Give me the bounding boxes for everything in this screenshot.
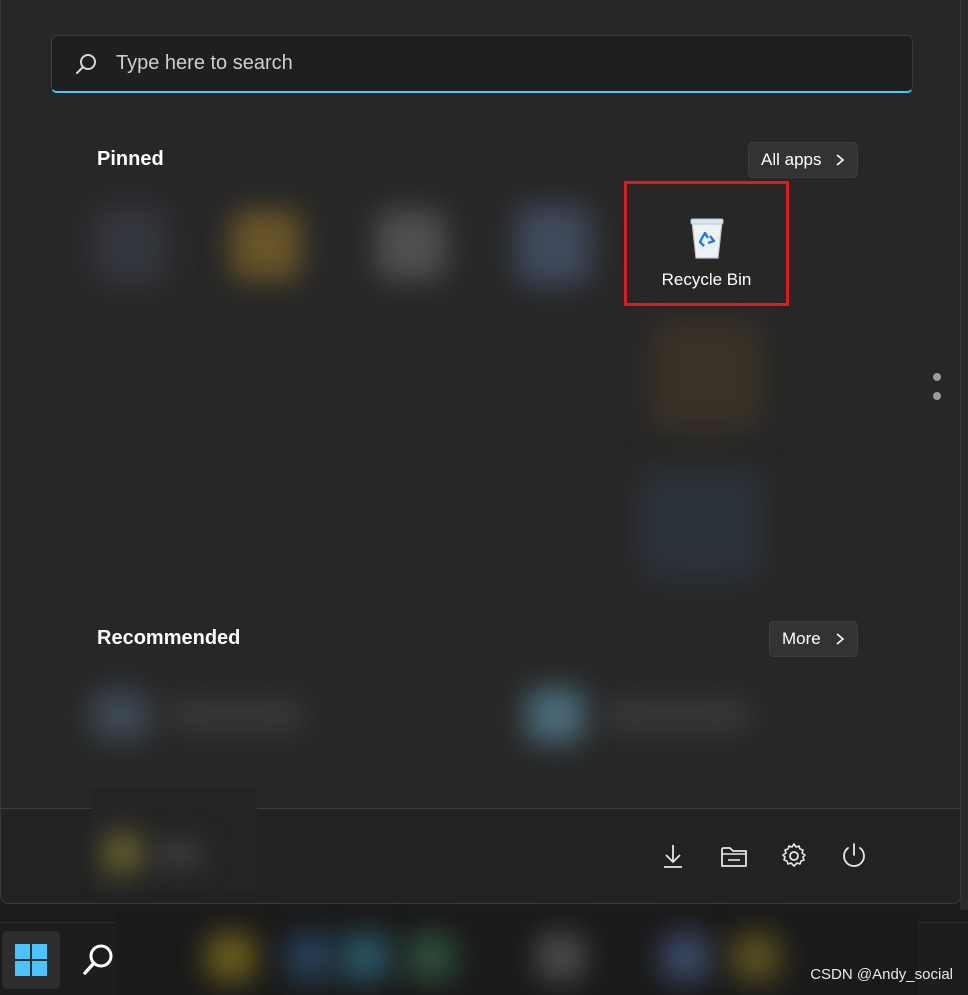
blurred-pinned-app — [641, 470, 761, 580]
start-menu: Pinned All apps Recycle Bin Recommended … — [0, 0, 961, 904]
downloads-icon[interactable] — [658, 841, 688, 871]
chevron-right-icon — [836, 154, 845, 166]
power-icon[interactable] — [839, 841, 869, 871]
taskbar-search-button[interactable] — [72, 931, 124, 989]
user-name — [153, 843, 203, 865]
search-icon — [76, 53, 96, 74]
page-dot[interactable] — [933, 373, 941, 381]
page-dot[interactable] — [933, 392, 941, 400]
blurred-pinned-app[interactable] — [231, 210, 301, 280]
blurred-recommended-item[interactable] — [91, 690, 151, 740]
user-account[interactable] — [91, 788, 257, 891]
blurred-pinned-app — [651, 320, 761, 430]
all-apps-button[interactable]: All apps — [748, 142, 859, 178]
blurred-recommended-item[interactable] — [526, 688, 586, 743]
blurred-taskbar-app[interactable] — [536, 933, 586, 981]
blurred-taskbar-app[interactable] — [286, 933, 336, 981]
desktop-edge — [960, 0, 968, 910]
blurred-recommended-item[interactable] — [166, 700, 306, 730]
windows-logo-icon — [15, 944, 47, 976]
chevron-right-icon — [836, 633, 844, 645]
more-button[interactable]: More — [769, 621, 858, 657]
blurred-pinned-app[interactable] — [516, 205, 591, 285]
taskbar-apps — [116, 911, 918, 995]
recommended-title: Recommended — [97, 627, 241, 649]
all-apps-label: All apps — [761, 150, 822, 169]
settings-icon[interactable] — [779, 841, 809, 871]
blurred-taskbar-app[interactable] — [406, 933, 456, 981]
blurred-recommended-item[interactable] — [601, 700, 751, 730]
watermark: CSDN @Andy_social — [810, 966, 953, 983]
recycle-bin-icon — [690, 218, 723, 259]
start-button[interactable] — [2, 931, 60, 989]
pinned-title: Pinned — [97, 148, 164, 170]
search-icon — [83, 944, 113, 975]
blurred-taskbar-app[interactable] — [731, 933, 781, 981]
pinned-app-label: Recycle Bin — [661, 270, 752, 289]
search-input[interactable] — [116, 52, 912, 75]
pinned-app-recycle-bin[interactable]: Recycle Bin — [624, 181, 789, 306]
blurred-pinned-app[interactable] — [376, 210, 446, 280]
blurred-taskbar-app[interactable] — [341, 933, 391, 981]
page-indicator[interactable] — [933, 373, 943, 411]
more-label: More — [782, 629, 821, 648]
blurred-pinned-app[interactable] — [93, 205, 168, 285]
blurred-taskbar-app[interactable] — [661, 933, 711, 981]
avatar — [103, 833, 143, 873]
start-search-box[interactable] — [51, 35, 913, 93]
blurred-taskbar-app[interactable] — [206, 933, 256, 981]
file-explorer-icon[interactable] — [719, 841, 749, 871]
